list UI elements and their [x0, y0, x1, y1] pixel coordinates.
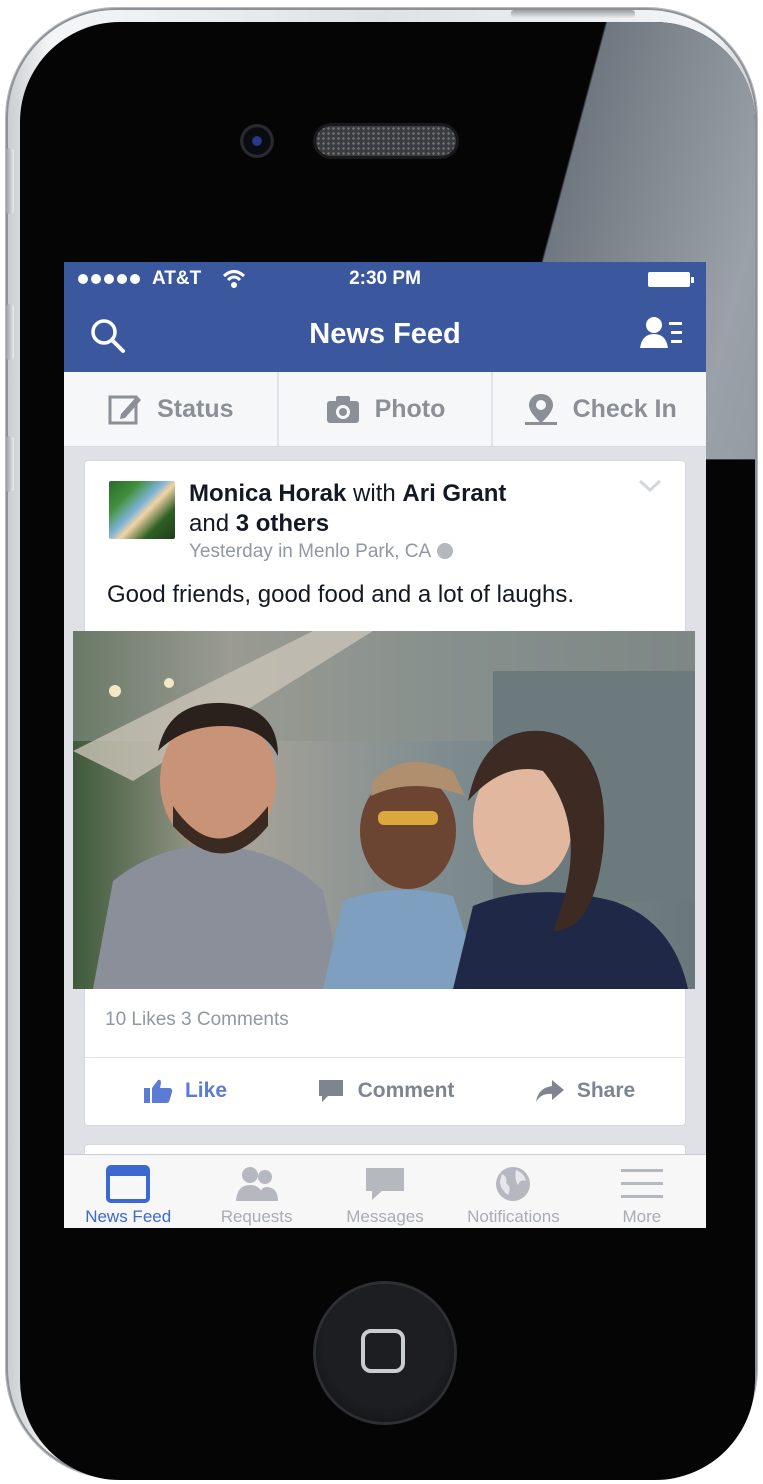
- tab-messages[interactable]: Messages: [321, 1155, 449, 1228]
- comment-icon: [318, 1080, 343, 1102]
- check-in-label: Check In: [572, 394, 677, 423]
- timestamp-location: Yesterday in Menlo Park, CA: [189, 541, 432, 562]
- more-icon: [620, 1169, 663, 1198]
- requests-icon: [235, 1167, 278, 1201]
- mute-switch: [6, 148, 14, 214]
- comment-label: Comment: [357, 1079, 455, 1102]
- status-label: Status: [157, 394, 234, 423]
- navigation-bar: News Feed: [64, 296, 706, 372]
- photo-label: Photo: [374, 394, 446, 423]
- post-photo[interactable]: [73, 631, 695, 989]
- notifications-icon: [496, 1167, 531, 1201]
- power-button: [511, 10, 635, 18]
- story-actions: Like Comment Share: [85, 1057, 685, 1124]
- post-message: Good friends, good food and a lot of lau…: [107, 581, 575, 608]
- tagged-friend-name[interactable]: Ari Grant: [402, 480, 506, 507]
- friends-list-icon[interactable]: [640, 314, 684, 354]
- author-name[interactable]: Monica Horak: [189, 480, 346, 507]
- share-button[interactable]: Share: [485, 1058, 685, 1124]
- camera-icon: [326, 396, 359, 423]
- feed-story: Monica Horak with Ari Grant and 3 others…: [73, 460, 695, 1126]
- share-icon: [535, 1080, 564, 1102]
- news-feed-icon: [106, 1165, 151, 1203]
- edit-icon: [108, 395, 142, 425]
- tab-notifications[interactable]: Notifications: [449, 1155, 577, 1228]
- tab-label: More: [622, 1207, 662, 1226]
- chevron-down-icon[interactable]: [637, 477, 663, 495]
- check-in-button[interactable]: Check In: [491, 372, 706, 446]
- volume-up-button: [6, 304, 14, 360]
- like-button[interactable]: Like: [85, 1058, 285, 1124]
- volume-down-button: [6, 436, 14, 492]
- status-time: 2:30 PM: [349, 268, 421, 289]
- tab-label: News Feed: [85, 1207, 172, 1226]
- tab-label: Notifications: [467, 1207, 560, 1226]
- messages-icon: [366, 1168, 405, 1200]
- status-bar: AT&T 2:30 PM: [64, 262, 706, 296]
- front-camera: [240, 124, 274, 158]
- avatar[interactable]: [109, 481, 175, 539]
- photo-button[interactable]: Photo: [276, 372, 492, 446]
- tab-requests[interactable]: Requests: [192, 1155, 320, 1228]
- status-button[interactable]: Status: [64, 372, 277, 446]
- others-link[interactable]: 3 others: [236, 510, 329, 537]
- screen: AT&T 2:30 PM News Feed Status Photo Chec…: [64, 262, 706, 1228]
- earpiece-speaker: [316, 126, 456, 156]
- location-pin-icon: [524, 394, 557, 425]
- tab-bar: News Feed Requests Messages Notification…: [64, 1154, 706, 1228]
- tab-label: Requests: [220, 1207, 293, 1226]
- comment-button[interactable]: Comment: [285, 1058, 485, 1124]
- privacy-globe-icon: [437, 543, 454, 559]
- story-header: Monica Horak with Ari Grant and 3 others: [189, 479, 509, 539]
- share-label: Share: [576, 1079, 636, 1102]
- and-text: and: [189, 510, 230, 537]
- battery-icon: [648, 272, 694, 287]
- home-button[interactable]: [316, 1284, 454, 1422]
- home-button-icon: [361, 1329, 405, 1373]
- tab-more[interactable]: More: [578, 1155, 706, 1228]
- page-title: News Feed: [309, 318, 461, 350]
- with-text: with: [353, 480, 396, 507]
- engagement-stats[interactable]: 10 Likes 3 Comments: [105, 1009, 289, 1031]
- composer-bar: Status Photo Check In: [64, 372, 706, 447]
- like-label: Like: [184, 1079, 228, 1102]
- tab-label: Messages: [346, 1207, 424, 1226]
- tab-news-feed[interactable]: News Feed: [64, 1155, 192, 1228]
- thumbs-up-icon: [143, 1079, 173, 1103]
- story-meta: Yesterday in Menlo Park, CA: [189, 541, 454, 563]
